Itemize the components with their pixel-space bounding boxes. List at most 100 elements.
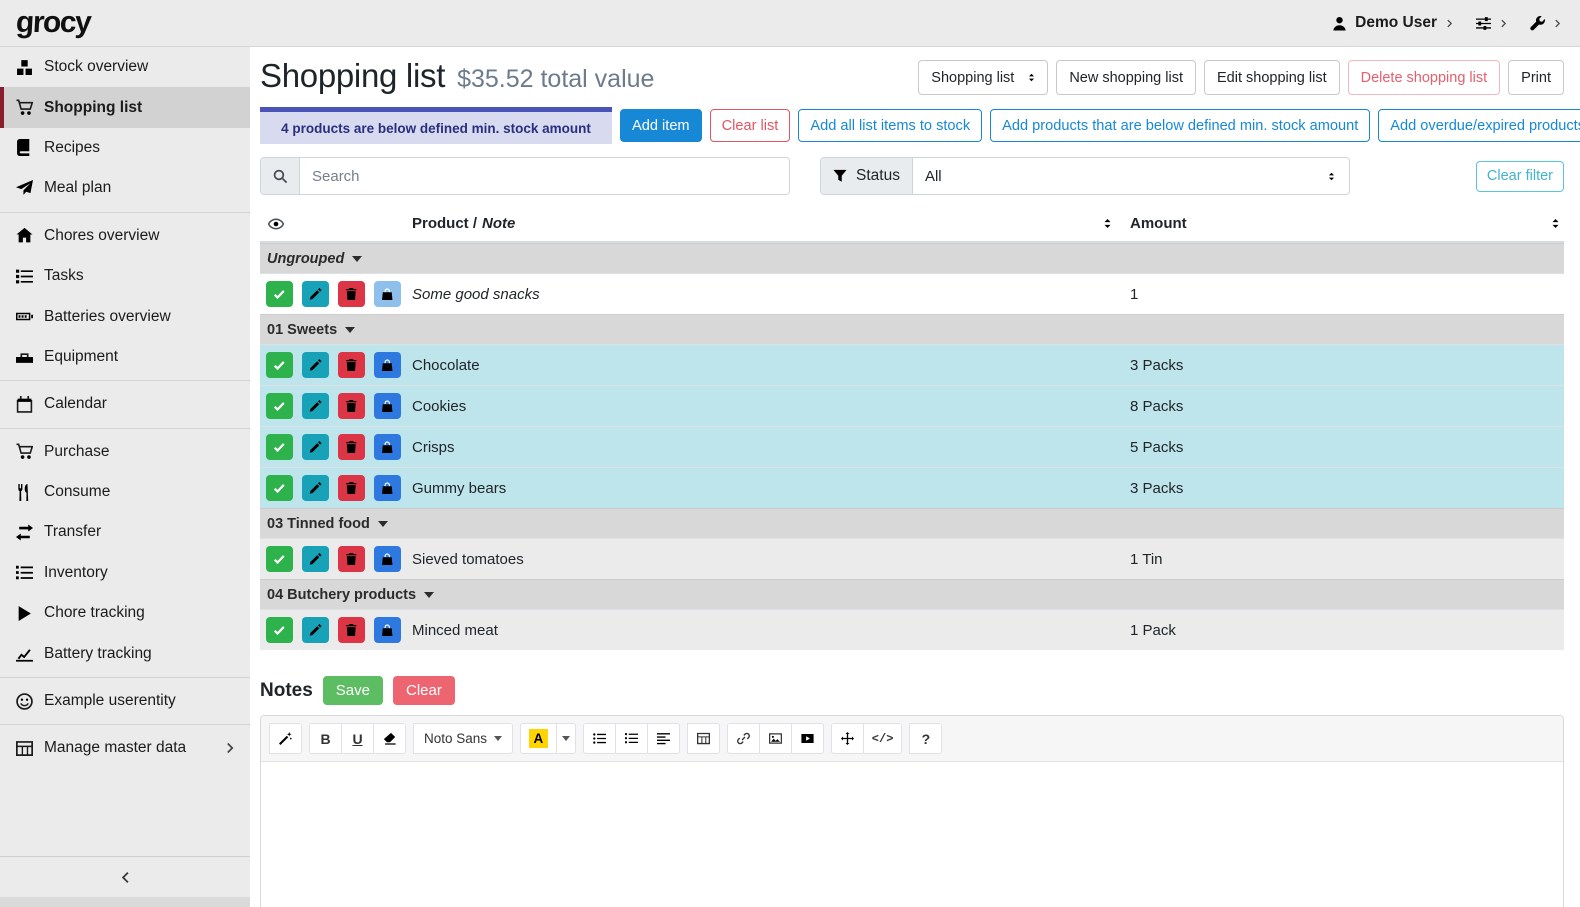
- edit-item-button[interactable]: [302, 352, 329, 378]
- notes-clear-button[interactable]: Clear: [393, 676, 455, 705]
- mark-done-button[interactable]: [266, 475, 293, 501]
- unordered-list-button[interactable]: [583, 723, 616, 754]
- clear-list-button[interactable]: Clear list: [710, 109, 791, 142]
- search-input[interactable]: [300, 158, 789, 194]
- book-icon: [16, 139, 33, 156]
- text-color-button[interactable]: A: [520, 723, 557, 754]
- delete-item-button[interactable]: [338, 352, 365, 378]
- sidebar-item-consume[interactable]: Consume: [0, 472, 250, 512]
- add-below-min-button[interactable]: Add products that are below defined min.…: [990, 109, 1370, 142]
- settings-menu[interactable]: [1476, 16, 1508, 31]
- mark-done-button[interactable]: [266, 434, 293, 460]
- add-to-stock-button[interactable]: [374, 352, 401, 378]
- clear-format-button[interactable]: [373, 723, 406, 754]
- caret-down-icon: [352, 256, 362, 262]
- font-family-button[interactable]: Noto Sans: [413, 723, 513, 754]
- sidebar-collapse-button[interactable]: [0, 856, 250, 897]
- print-button[interactable]: Print: [1508, 60, 1564, 95]
- group-header-ungrouped[interactable]: Ungrouped: [260, 243, 1564, 273]
- user-menu[interactable]: Demo User: [1332, 14, 1454, 32]
- sidebar-item-chore-tracking[interactable]: Chore tracking: [0, 593, 250, 633]
- caret-down-icon: [424, 592, 434, 598]
- sidebar-item-purchase[interactable]: Purchase: [0, 432, 250, 472]
- delete-item-button[interactable]: [338, 434, 365, 460]
- delete-item-button[interactable]: [338, 546, 365, 572]
- sidebar-item-manage-master-data[interactable]: Manage master data: [0, 728, 250, 768]
- shopping-list-select[interactable]: Shopping list: [918, 60, 1048, 95]
- grocy-logo[interactable]: grocy: [15, 6, 91, 40]
- paragraph-button[interactable]: [647, 723, 680, 754]
- admin-tools-menu[interactable]: [1530, 16, 1562, 31]
- add-to-stock-button[interactable]: [374, 617, 401, 643]
- sidebar-item-shopping-list[interactable]: Shopping list: [0, 87, 250, 127]
- delete-item-button[interactable]: [338, 475, 365, 501]
- edit-item-button[interactable]: [302, 617, 329, 643]
- add-all-to-stock-button[interactable]: Add all list items to stock: [798, 109, 982, 142]
- insert-link-button[interactable]: [727, 723, 760, 754]
- home-icon: [16, 227, 33, 244]
- column-header-product[interactable]: Product / Note: [412, 215, 1130, 232]
- sidebar-item-transfer[interactable]: Transfer: [0, 512, 250, 552]
- sidebar-item-example-userentity[interactable]: Example userentity: [0, 681, 250, 721]
- add-item-button[interactable]: Add item: [620, 109, 702, 142]
- sidebar-item-chores-overview[interactable]: Chores overview: [0, 216, 250, 256]
- group-header-sweets[interactable]: 01 Sweets: [260, 314, 1564, 344]
- add-to-stock-button[interactable]: [374, 434, 401, 460]
- notes-save-button[interactable]: Save: [323, 676, 383, 705]
- add-to-stock-button[interactable]: [374, 546, 401, 572]
- insert-table-button[interactable]: [687, 723, 720, 754]
- fullscreen-button[interactable]: [831, 723, 864, 754]
- delete-shopping-list-button[interactable]: Delete shopping list: [1348, 60, 1501, 95]
- underline-button[interactable]: U: [341, 723, 374, 754]
- below-min-stock-banner[interactable]: 4 products are below defined min. stock …: [260, 107, 612, 144]
- eraser-icon: [383, 732, 396, 745]
- add-to-stock-button[interactable]: [374, 475, 401, 501]
- group-header-butchery[interactable]: 04 Butchery products: [260, 579, 1564, 609]
- sidebar-item-stock-overview[interactable]: Stock overview: [0, 47, 250, 87]
- edit-item-button[interactable]: [302, 434, 329, 460]
- sidebar-item-inventory[interactable]: Inventory: [0, 553, 250, 593]
- column-header-amount[interactable]: Amount: [1130, 215, 1564, 232]
- code-view-button[interactable]: </>: [863, 723, 903, 754]
- clear-filter-button[interactable]: Clear filter: [1476, 161, 1564, 192]
- insert-video-button[interactable]: [791, 723, 824, 754]
- edit-shopping-list-button[interactable]: Edit shopping list: [1204, 60, 1340, 95]
- sidebar-item-batteries-overview[interactable]: Batteries overview: [0, 296, 250, 336]
- sidebar-item-equipment[interactable]: Equipment: [0, 337, 250, 377]
- mark-done-button[interactable]: [266, 352, 293, 378]
- editor-help-button[interactable]: ?: [909, 723, 942, 754]
- table-icon: [16, 740, 33, 757]
- delete-item-button[interactable]: [338, 617, 365, 643]
- sort-icon[interactable]: [1549, 217, 1562, 230]
- sidebar-item-meal-plan[interactable]: Meal plan: [0, 168, 250, 208]
- ordered-list-button[interactable]: [615, 723, 648, 754]
- toggle-done-items-button[interactable]: [260, 216, 284, 232]
- mark-done-button[interactable]: [266, 393, 293, 419]
- mark-done-button[interactable]: [266, 617, 293, 643]
- sidebar-item-calendar[interactable]: Calendar: [0, 384, 250, 424]
- sidebar-item-recipes[interactable]: Recipes: [0, 128, 250, 168]
- edit-item-button[interactable]: [302, 475, 329, 501]
- add-to-stock-button[interactable]: [374, 393, 401, 419]
- insert-image-button[interactable]: [759, 723, 792, 754]
- edit-item-button[interactable]: [302, 281, 329, 307]
- edit-item-button[interactable]: [302, 546, 329, 572]
- edit-item-button[interactable]: [302, 393, 329, 419]
- new-shopping-list-button[interactable]: New shopping list: [1056, 60, 1196, 95]
- mark-done-button[interactable]: [266, 281, 293, 307]
- sidebar-divider: [0, 212, 250, 213]
- sidebar-item-battery-tracking[interactable]: Battery tracking: [0, 633, 250, 673]
- magic-style-button[interactable]: [269, 723, 302, 754]
- delete-item-button[interactable]: [338, 393, 365, 419]
- notes-edit-area[interactable]: [261, 762, 1563, 907]
- text-color-dropdown-button[interactable]: [556, 723, 576, 754]
- product-cell: Chocolate: [412, 357, 1130, 374]
- delete-item-button[interactable]: [338, 281, 365, 307]
- sort-icon[interactable]: [1101, 217, 1114, 230]
- status-select[interactable]: All: [913, 158, 1349, 194]
- bold-button[interactable]: B: [309, 723, 342, 754]
- group-header-tinned-food[interactable]: 03 Tinned food: [260, 508, 1564, 538]
- mark-done-button[interactable]: [266, 546, 293, 572]
- sidebar-item-tasks[interactable]: Tasks: [0, 256, 250, 296]
- add-overdue-button[interactable]: Add overdue/expired products: [1378, 109, 1580, 142]
